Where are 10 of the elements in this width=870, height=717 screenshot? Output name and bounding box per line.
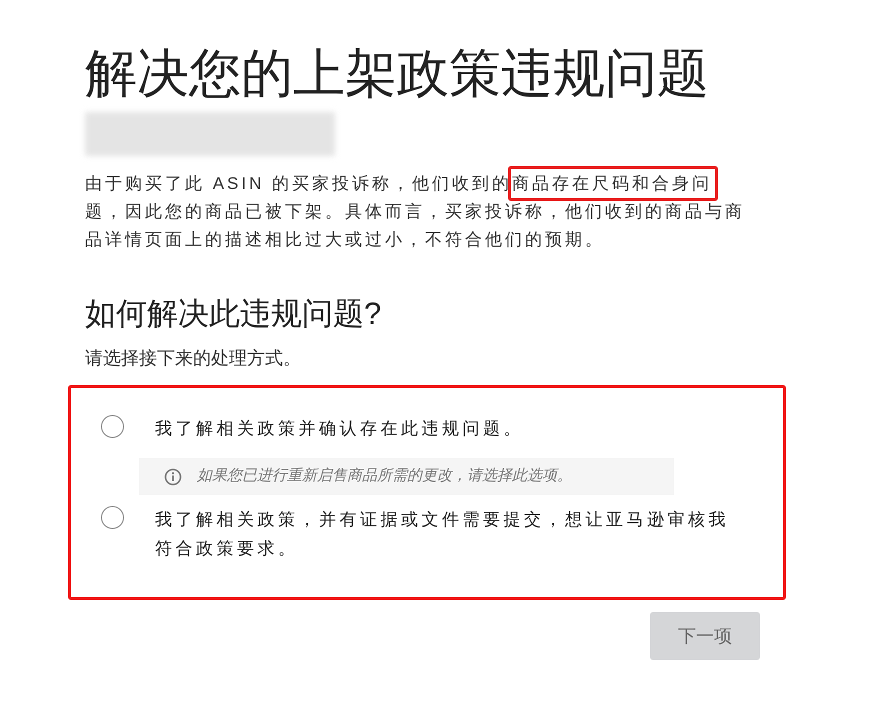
section-heading: 如何解决此违规问题? <box>85 295 382 333</box>
radio-button[interactable] <box>101 506 124 529</box>
info-icon <box>164 468 182 486</box>
radio-button[interactable] <box>101 415 124 438</box>
option-label[interactable]: 我了解相关政策并确认存在此违规问题。 <box>155 414 740 443</box>
description-text: 由于购买了此 ASIN 的买家投诉称，他们收到的 商品存在尺码和合身问 题，因此您的商品已被下架。具体而言，买家投诉称，他们收到的商品与商品详情页面上的描述相比过大或过小，不符合他们的预期。 <box>85 170 745 254</box>
option-label[interactable]: 我了解相关政策，并有证据或文件需要提交，想让亚马逊审核我符合政策要求。 <box>155 505 740 563</box>
section-subtitle: 请选择接下来的处理方式。 <box>85 347 302 370</box>
hint-text: 如果您已进行重新启售商品所需的更改，请选择此选项。 <box>197 466 572 486</box>
page-title: 解决您的上架政策违规问题 <box>85 44 710 105</box>
